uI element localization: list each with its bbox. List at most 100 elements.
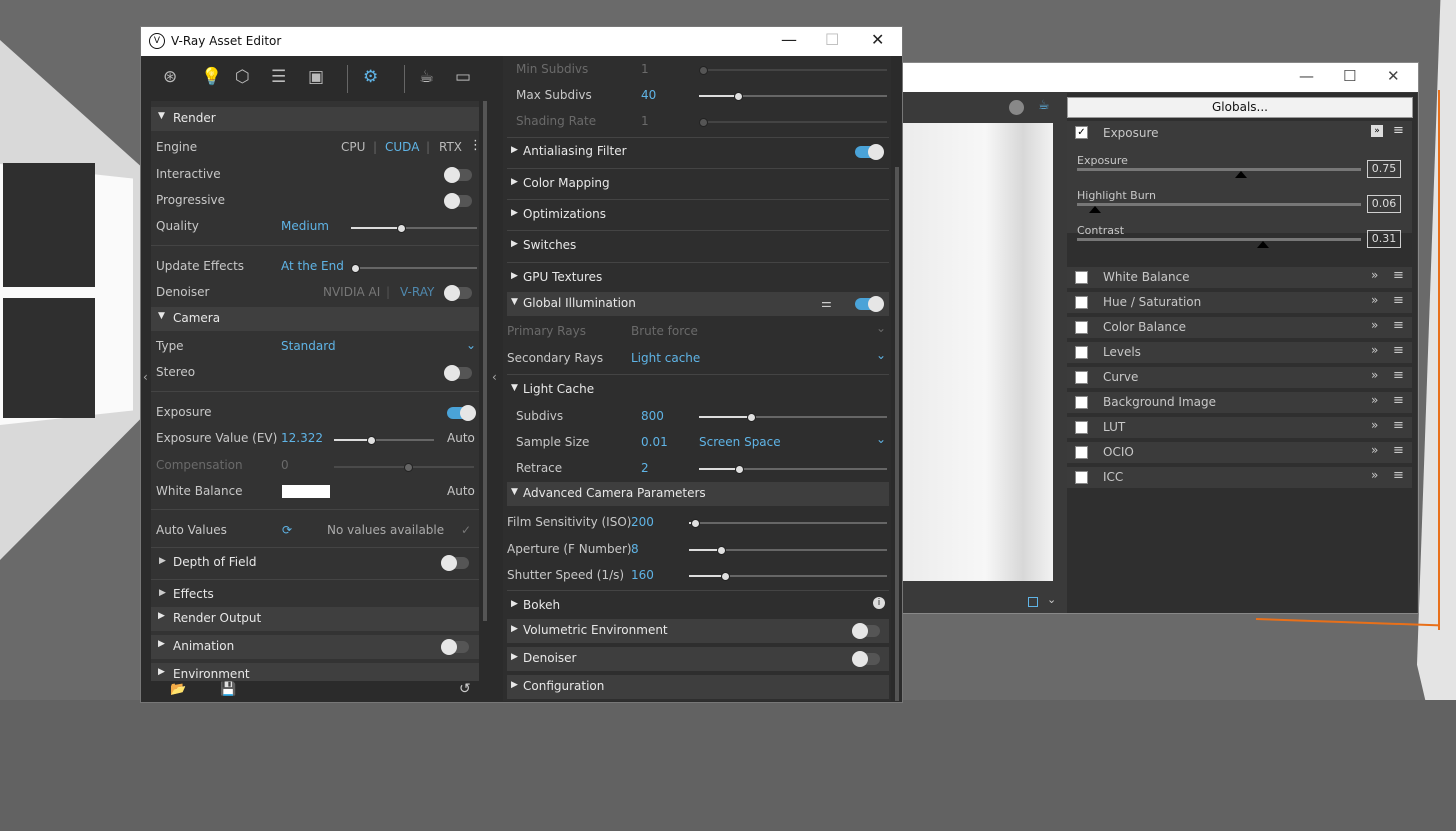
interactive-toggle[interactable]	[444, 167, 472, 183]
retrace-slider[interactable]	[699, 465, 887, 474]
layers-icon[interactable]: ☰	[271, 67, 286, 87]
reset-icon[interactable]: ↺	[459, 681, 471, 697]
layer-checkbox[interactable]	[1075, 346, 1088, 359]
teapot-icon[interactable]: ☕	[1038, 98, 1050, 113]
expand-icon[interactable]: »	[1371, 418, 1378, 432]
exposure-slider-handle[interactable]	[1235, 171, 1247, 178]
stop-icon[interactable]	[1009, 100, 1024, 115]
minimize-icon[interactable]: —	[1299, 67, 1314, 85]
render-teapot-icon[interactable]: ☕	[419, 67, 434, 87]
expand-icon[interactable]: »	[1371, 368, 1378, 382]
lights-icon[interactable]: 💡	[201, 67, 222, 87]
expand-icon[interactable]: »	[1371, 268, 1378, 282]
menu-icon[interactable]: ≡	[1393, 123, 1404, 138]
left-scrollbar[interactable]	[483, 101, 487, 621]
region-icon[interactable]	[1028, 597, 1038, 607]
stereo-toggle[interactable]	[444, 365, 472, 381]
exposure-value[interactable]: 0.75	[1367, 160, 1401, 178]
render-section-header[interactable]: ▼ Render	[151, 107, 479, 131]
animation-header[interactable]: ▶ Animation	[151, 635, 479, 659]
sample-size-mode[interactable]: Screen Space	[699, 435, 781, 449]
advanced-camera-header[interactable]: ▼ Advanced Camera Parameters	[507, 482, 889, 506]
engine-cpu[interactable]: CPU	[341, 140, 365, 154]
highlight-burn-value[interactable]: 0.06	[1367, 195, 1401, 213]
denoiser-header[interactable]: ▶ Denoiser	[507, 647, 889, 671]
quality-slider[interactable]	[351, 224, 477, 233]
minimize-icon[interactable]: —	[781, 30, 797, 49]
shutter-speed-slider[interactable]	[689, 572, 887, 581]
chevron-down-icon[interactable]: ⌄	[466, 338, 476, 352]
layer-row[interactable]: Background Image » ≡	[1067, 392, 1412, 413]
chevron-down-icon[interactable]: ⌄	[1047, 593, 1056, 606]
layer-row[interactable]: Hue / Saturation » ≡	[1067, 292, 1412, 313]
menu-icon[interactable]: ≡	[1393, 393, 1404, 408]
maximize-icon[interactable]: ☐	[825, 30, 839, 49]
environment-header[interactable]: ▶ Environment	[151, 663, 479, 681]
menu-icon[interactable]: ≡	[1393, 368, 1404, 383]
info-icon[interactable]: i	[873, 597, 885, 609]
expand-icon[interactable]: »	[1371, 343, 1378, 357]
materials-icon[interactable]: ⊛	[163, 67, 177, 87]
save-icon[interactable]: 💾	[220, 682, 236, 697]
denoiser-render-toggle[interactable]	[852, 651, 880, 667]
menu-icon[interactable]: ≡	[1393, 343, 1404, 358]
expand-icon[interactable]: »	[1371, 318, 1378, 332]
denoiser-toggle[interactable]	[444, 285, 472, 301]
render-output-header[interactable]: ▶ Render Output	[151, 607, 479, 631]
refresh-icon[interactable]: ⟳	[282, 523, 292, 537]
effects-row[interactable]: ▶ Effects	[151, 583, 479, 607]
antialiasing-filter-header[interactable]: ▶ Antialiasing Filter	[507, 140, 889, 164]
menu-icon[interactable]: ≡	[1393, 318, 1404, 333]
menu-icon[interactable]: ≡	[1393, 443, 1404, 458]
update-effects-slider[interactable]	[351, 264, 477, 273]
layer-row[interactable]: White Balance » ≡	[1067, 267, 1412, 288]
open-folder-icon[interactable]: 📂	[170, 682, 186, 697]
highlight-burn-handle[interactable]	[1089, 206, 1101, 213]
denoiser-nvidia[interactable]: NVIDIA AI	[323, 285, 380, 299]
subdivs-slider[interactable]	[699, 413, 887, 422]
animation-toggle[interactable]	[441, 639, 469, 655]
global-illumination-header[interactable]: ▼ Global Illumination ⚌	[507, 292, 889, 316]
expand-icon[interactable]: »	[1371, 468, 1378, 482]
layer-row[interactable]: OCIO » ≡	[1067, 442, 1412, 463]
light-cache-header[interactable]: ▼ Light Cache	[507, 378, 889, 402]
volumetric-environment-header[interactable]: ▶ Volumetric Environment	[507, 619, 889, 643]
exposure-value[interactable]: 12.322	[281, 431, 323, 445]
color-mapping-header[interactable]: ▶ Color Mapping	[507, 172, 889, 196]
contrast-value[interactable]: 0.31	[1367, 230, 1401, 248]
contrast-handle[interactable]	[1257, 241, 1269, 248]
highlight-burn-slider[interactable]	[1077, 203, 1361, 206]
layer-checkbox[interactable]	[1075, 421, 1088, 434]
exposure-checkbox[interactable]: ✓	[1075, 126, 1088, 139]
exposure-value-slider[interactable]	[334, 436, 434, 445]
globals-button[interactable]: Globals...	[1067, 97, 1413, 118]
global-illumination-toggle[interactable]	[855, 296, 884, 312]
layer-checkbox[interactable]	[1075, 371, 1088, 384]
layer-checkbox[interactable]	[1075, 446, 1088, 459]
depth-of-field-row[interactable]: ▶ Depth of Field	[151, 551, 479, 575]
gpu-textures-header[interactable]: ▶ GPU Textures	[507, 266, 889, 290]
progressive-toggle[interactable]	[444, 193, 472, 209]
layer-checkbox[interactable]	[1075, 396, 1088, 409]
denoiser-vray[interactable]: V-RAY	[400, 285, 434, 299]
layer-checkbox[interactable]	[1075, 296, 1088, 309]
depth-of-field-toggle[interactable]	[441, 555, 469, 571]
chevron-down-icon[interactable]: ⌄	[876, 348, 886, 362]
expand-icon[interactable]: »	[1371, 293, 1378, 307]
collapse-icon[interactable]: »	[1371, 125, 1383, 137]
exposure-slider[interactable]	[1077, 168, 1361, 171]
layer-checkbox[interactable]	[1075, 271, 1088, 284]
switches-header[interactable]: ▶ Switches	[507, 234, 889, 258]
expand-icon[interactable]: »	[1371, 393, 1378, 407]
geometry-icon[interactable]: ⬡	[235, 67, 250, 87]
volumetric-toggle[interactable]	[852, 623, 880, 639]
menu-icon[interactable]: ≡	[1393, 293, 1404, 308]
menu-icon[interactable]: ≡	[1393, 418, 1404, 433]
collapse-left-icon[interactable]: ‹	[143, 370, 148, 384]
layer-checkbox[interactable]	[1075, 321, 1088, 334]
white-balance-auto[interactable]: Auto	[447, 484, 475, 498]
camera-type-value[interactable]: Standard	[281, 339, 336, 353]
engine-rtx[interactable]: RTX	[439, 140, 462, 154]
layer-checkbox[interactable]	[1075, 471, 1088, 484]
chevron-down-icon[interactable]: ⌄	[876, 432, 886, 446]
